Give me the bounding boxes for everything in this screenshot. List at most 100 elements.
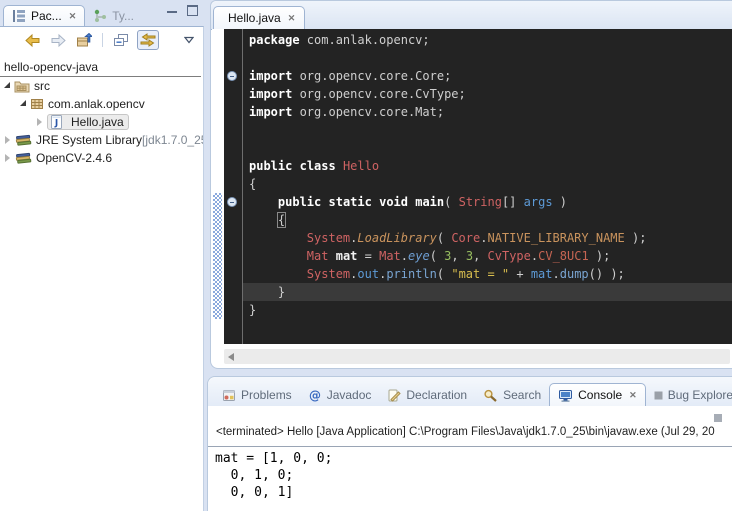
view-window-buttons (167, 5, 198, 16)
code-line-14: System.out.println( "mat = " + mat.dump(… (249, 265, 732, 283)
console-separator (208, 446, 732, 447)
bottom-tab-label: Bug Explorer (668, 388, 732, 402)
bottom-tab-label: Declaration (406, 388, 467, 402)
tree-item-detail: [jdk1.7.0_25] (142, 133, 203, 147)
tab-javadoc[interactable]: @ Javadoc (300, 384, 380, 406)
code-line-3: import org.opencv.core.Core; (249, 67, 732, 85)
fold-collapse-icon[interactable] (227, 197, 237, 207)
tree-item-project[interactable]: hello-opencv-java (0, 59, 203, 76)
view-menu-icon (184, 36, 194, 44)
library-icon (15, 152, 32, 165)
editor-tab-label: Hello.java (228, 11, 281, 25)
code-line-7 (249, 139, 732, 157)
back-button[interactable] (22, 31, 42, 49)
tree-item-jre-system-library[interactable]: JRE System Library [jdk1.7.0_25] (0, 131, 203, 149)
collapsed-arrow-icon[interactable] (5, 154, 10, 162)
maximize-view-icon[interactable] (187, 5, 198, 16)
folding-gutter[interactable] (224, 29, 242, 344)
tree-item-label: OpenCV-2.4.6 (36, 151, 112, 165)
collapsed-arrow-icon[interactable] (37, 118, 42, 126)
code-editor[interactable]: package com.anlak.opencv;import org.open… (243, 29, 732, 344)
bottom-tab-strip: Problems @ Javadoc Declaration Search Console… (208, 377, 732, 406)
library-icon (15, 134, 32, 147)
sidebar-tab-pac[interactable]: Pac... ✕ (3, 5, 85, 26)
collapsed-arrow-icon[interactable] (5, 136, 10, 144)
annotation-ruler[interactable] (212, 29, 224, 344)
bottom-tab-label: Problems (241, 388, 292, 402)
tree-item-label: JRE System Library (36, 133, 142, 147)
code-line-11: { (249, 211, 732, 229)
console-header: <terminated> Hello [Java Application] C:… (216, 426, 732, 438)
code-line-2 (249, 49, 732, 67)
toolbar-separator (102, 33, 103, 47)
horizontal-scrollbar[interactable] (224, 349, 730, 364)
method-range-indicator (213, 193, 222, 319)
package-explorer-view: Pac... ✕ Ty... hello-opencv-java src com.an… (0, 0, 204, 511)
package-icon (30, 98, 44, 110)
minimize-view-icon[interactable] (167, 8, 177, 13)
java-file-icon: J (50, 115, 63, 129)
tree-item-src[interactable]: src (0, 77, 203, 95)
tree-item-label: Hello.java (71, 115, 124, 129)
project-tree: hello-opencv-java src com.anlak.opencv J He… (0, 53, 203, 167)
code-line-4: import org.opencv.core.CvType; (249, 85, 732, 103)
expanded-arrow-icon[interactable] (20, 100, 26, 106)
close-icon[interactable]: ✕ (629, 390, 637, 401)
close-icon[interactable]: ✕ (288, 13, 296, 24)
close-icon[interactable]: ✕ (69, 11, 77, 22)
tab-search[interactable]: Search (475, 384, 549, 406)
search-icon (483, 389, 498, 402)
svg-text:@: @ (309, 389, 321, 402)
link-with-editor-icon (140, 33, 156, 47)
tree-item-label: src (34, 79, 50, 93)
tab-bug-explorer[interactable]: Bug Explorer (646, 384, 732, 406)
collapse-all-icon (113, 33, 129, 47)
tab-problems[interactable]: Problems (214, 384, 300, 406)
expanded-arrow-icon[interactable] (4, 82, 10, 88)
tab-console[interactable]: Console ✕ (549, 383, 646, 406)
tab-declaration[interactable]: Declaration (379, 384, 475, 406)
tab-hello-java[interactable]: Hello.java ✕ (213, 6, 305, 29)
javadoc-icon: @ (308, 389, 322, 402)
console-output[interactable]: mat = [1, 0, 0; 0, 1, 0; 0, 0, 1] (215, 450, 332, 501)
selected-item-highlight: J Hello.java (47, 114, 129, 130)
console-icon (558, 389, 573, 402)
declaration-icon (387, 389, 401, 402)
problems-icon (222, 389, 236, 402)
eclipse-window: { "sidebar": { "tabs": [ {"label": "Pac.… (0, 0, 732, 511)
tree-item-hello-java[interactable]: J Hello.java (0, 113, 203, 131)
sidebar-tab-label: Ty... (112, 9, 134, 23)
back-icon (24, 33, 41, 48)
sidebar-tab-label: Pac... (31, 9, 62, 23)
source-code[interactable]: package com.anlak.opencv;import org.open… (243, 29, 732, 319)
sidebar-body: hello-opencv-java src com.anlak.opencv J He… (0, 26, 204, 511)
package-explorer-toolbar (0, 27, 203, 53)
bottom-tab-label: Javadoc (327, 388, 372, 402)
fold-collapse-icon[interactable] (227, 71, 237, 81)
code-area[interactable]: package com.anlak.opencv;import org.open… (212, 29, 732, 344)
package-folder-icon (14, 80, 30, 93)
go-up-icon (76, 33, 92, 48)
tree-item-com-anlak-opencv[interactable]: com.anlak.opencv (0, 95, 203, 113)
bottom-tab-label: Console (578, 388, 622, 402)
bottom-tab-label: Search (503, 388, 541, 402)
tree-item-label: com.anlak.opencv (48, 97, 145, 111)
code-line-9: { (249, 175, 732, 193)
code-line-6 (249, 121, 732, 139)
tree-item-opencv-2-4-6[interactable]: OpenCV-2.4.6 (0, 149, 203, 167)
java-editor-card: Hello.java ✕ package com.anlak.opencv;im… (210, 0, 732, 369)
go-up-button[interactable] (74, 31, 94, 49)
console-view-card: Problems @ Javadoc Declaration Search Console… (207, 376, 732, 511)
view-menu-button[interactable] (179, 31, 199, 49)
scroll-left-arrow-icon[interactable] (228, 353, 234, 361)
forward-button[interactable] (48, 31, 68, 49)
code-line-10: public static void main( String[] args ) (249, 193, 732, 211)
code-line-13: Mat mat = Mat.eye( 3, 3, CvType.CV_8UC1 … (249, 247, 732, 265)
link-with-editor-button[interactable] (137, 30, 159, 50)
tree-rows: src com.anlak.opencv J Hello.java JRE System… (0, 77, 203, 167)
collapse-all-button[interactable] (111, 31, 131, 49)
console-toolbar-icon[interactable] (714, 414, 722, 422)
code-line-12: System.LoadLibrary( Core.NATIVE_LIBRARY_… (249, 229, 732, 247)
package-explorer-icon (12, 9, 26, 23)
sidebar-tab-ty[interactable]: Ty... (85, 6, 142, 26)
